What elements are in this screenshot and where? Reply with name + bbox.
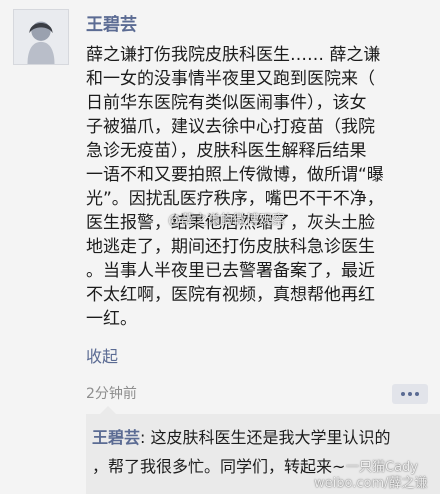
- avatar[interactable]: [13, 9, 69, 65]
- comment-text: 这皮肤科医生还是我大学里认识的: [150, 428, 391, 447]
- post-timestamp: 2分钟前: [86, 386, 137, 402]
- post-body-line: 。当事人半夜里已去警署备案了，最近: [86, 261, 375, 281]
- post-body-line: 子被猫爪，建议去徐中心打疫苗（我院: [86, 117, 375, 137]
- post-body-line: 医生报警，结果他居然缩了，灰头土脸: [86, 213, 375, 233]
- post-body-line: 一红。: [86, 309, 137, 329]
- collapse-button[interactable]: 收起: [86, 346, 118, 368]
- post-body-line: 不太红啊，医院有视频，真想帮他再红: [86, 285, 375, 305]
- comment-box: 王碧芸: 这皮肤科医生还是我大学里认识的 ，帮了我很多忙。同学们，转起来~: [86, 406, 440, 494]
- comment-line: 王碧芸: 这皮肤科医生还是我大学里认识的: [92, 427, 391, 449]
- comment-separator: :: [140, 428, 151, 447]
- more-dot: [415, 392, 419, 396]
- comment-author-name[interactable]: 王碧芸: [92, 428, 140, 447]
- avatar-portrait-icon: [14, 10, 68, 64]
- more-options-icon[interactable]: [392, 384, 428, 404]
- post-body-line: 和一女的没事情半夜里又跑到医院来（: [86, 69, 375, 89]
- comment-line: ，帮了我很多忙。同学们，转起来~: [92, 456, 345, 478]
- post-body-line: 光”。因扰乱医疗秩序，嘴巴不干不净，: [86, 189, 384, 209]
- post-body-line: 急诊无疫苗），皮肤科医生解释后结果: [86, 141, 367, 161]
- more-dot: [408, 392, 412, 396]
- post-body-line: 日前华东医院有类似医闹事件），该女: [86, 93, 367, 113]
- comment-text: ，帮了我很多忙。同学们，转起来~: [92, 457, 346, 476]
- post-body-line: 薛之谦打伤我院皮肤科医生…… 薛之谦: [86, 45, 381, 65]
- post-body-line: 一语不和又要拍照上传微博，做所谓“曝: [86, 165, 384, 185]
- post-author-name[interactable]: 王碧芸: [86, 14, 137, 36]
- more-dot: [401, 392, 405, 396]
- post-body-line: 地逃走了，期间还打伤皮肤科急诊医生: [86, 237, 375, 257]
